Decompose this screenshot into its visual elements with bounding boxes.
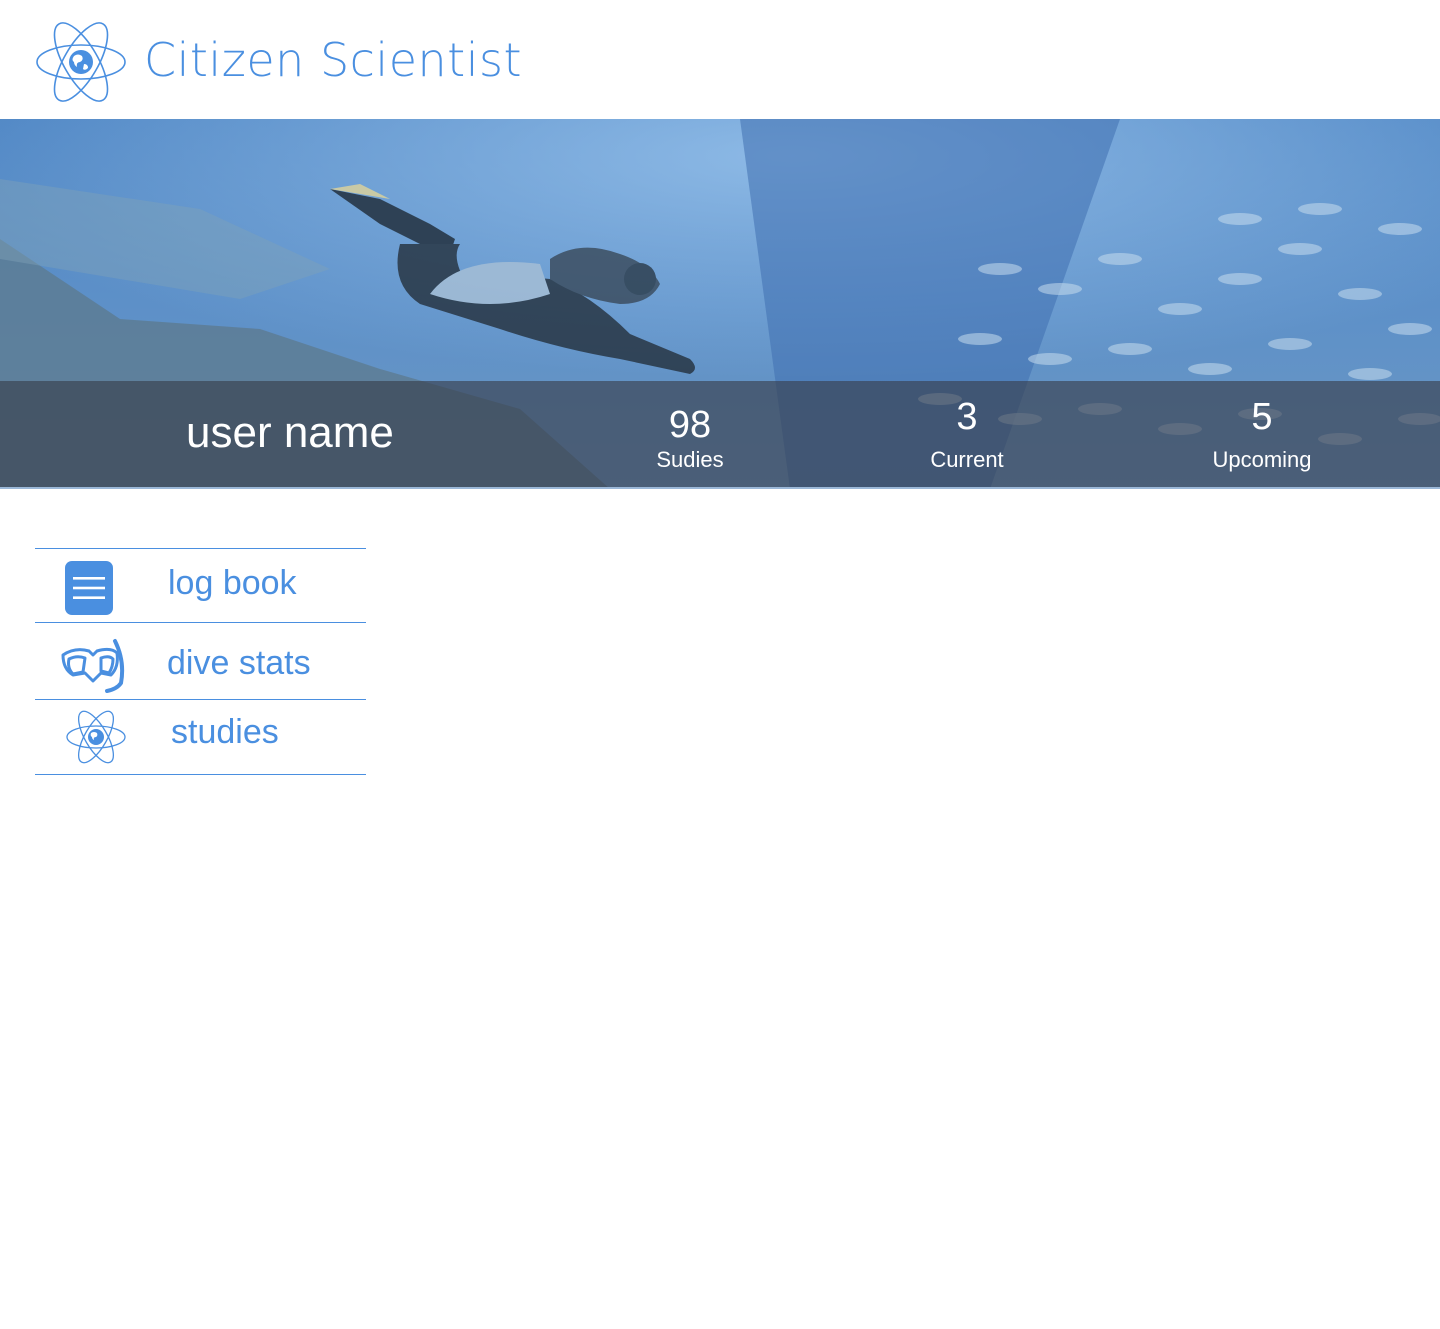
atom-globe-icon	[66, 710, 126, 764]
brand-name: Citizen Scientist	[144, 33, 522, 87]
stat-current-value: 3	[956, 396, 978, 438]
nav-label-studies: studies	[171, 713, 279, 751]
stat-studies[interactable]: 98 Sudies	[590, 403, 790, 473]
nav-item-studies[interactable]: studies	[35, 699, 366, 775]
nav-item-log-book[interactable]: log book	[35, 548, 366, 622]
nav-label-dive-stats: dive stats	[167, 644, 311, 682]
nav-label-log-book: log book	[168, 564, 297, 602]
stat-studies-label: Sudies	[656, 447, 724, 472]
app-header: Citizen Scientist	[0, 0, 1440, 119]
menu-list-icon	[65, 561, 113, 615]
stat-upcoming-value: 5	[1251, 396, 1273, 438]
stat-studies-value: 98	[668, 404, 712, 446]
stat-upcoming-label: Upcoming	[1212, 447, 1312, 472]
dive-mask-snorkel-icon	[61, 639, 125, 693]
profile-stats-bar: user name 98 Sudies 3 Current 5 Upcoming	[0, 381, 1440, 487]
stat-upcoming[interactable]: 5 Upcoming	[1162, 395, 1362, 473]
stat-current-label: Current	[930, 447, 1004, 472]
user-name[interactable]: user name	[186, 407, 394, 459]
side-nav: log book dive stats studies	[35, 548, 366, 775]
hero-banner: user name 98 Sudies 3 Current 5 Upcoming	[0, 119, 1440, 489]
nav-item-dive-stats[interactable]: dive stats	[35, 622, 366, 699]
atom-globe-icon[interactable]	[34, 12, 128, 112]
stat-current[interactable]: 3 Current	[867, 395, 1067, 473]
